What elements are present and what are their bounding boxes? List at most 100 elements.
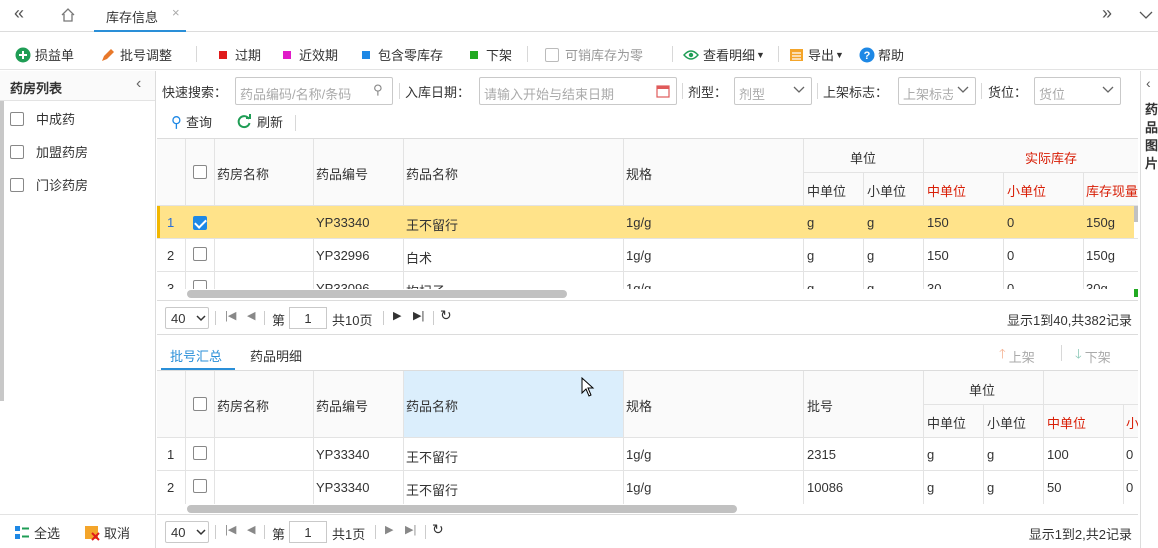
next-page-icon[interactable]: ▶ <box>385 523 393 536</box>
last-page-icon[interactable]: ▶| <box>413 309 424 322</box>
calendar-icon[interactable] <box>656 84 670 98</box>
panel-title-char: 品 <box>1145 120 1158 135</box>
search-icon[interactable]: ⚲ <box>373 82 383 98</box>
sidebar-item-2[interactable]: 门诊药房 <box>10 175 88 194</box>
select-all-checkbox[interactable] <box>193 397 207 411</box>
chevron-down-icon[interactable] <box>1139 10 1153 20</box>
filter-panel: 快速搜索： 药品编码/名称/条码 ⚲ 入库日期： 请输入开始与结束日期 剂型： … <box>157 71 1138 137</box>
header-pharmacy[interactable]: 药房名称 <box>217 164 269 183</box>
header-pharmacy[interactable]: 药房名称 <box>217 396 269 415</box>
header-stock-mid[interactable]: 中单位 <box>927 181 966 200</box>
header-stock-now[interactable]: 库存现量 <box>1086 181 1138 200</box>
header-small-unit[interactable]: 小单位 <box>987 413 1026 432</box>
loss-button[interactable]: 损益单 <box>15 45 74 64</box>
shelf-select[interactable]: 上架标志 <box>898 77 976 105</box>
export-dropdown[interactable]: 导出 ▼ <box>789 45 844 64</box>
tab-inventory-info[interactable]: 库存信息 × <box>94 0 186 32</box>
page-size-select[interactable]: 40 <box>165 521 209 543</box>
tab-drug-detail[interactable]: 药品明细 <box>241 335 315 370</box>
row-stock-now: 150g <box>1086 215 1115 230</box>
cancel-icon <box>85 525 100 541</box>
checklist-icon <box>15 525 29 539</box>
row-checkbox[interactable] <box>193 215 207 230</box>
quick-search-input[interactable]: 药品编码/名称/条码 ⚲ <box>235 77 393 105</box>
header-spec[interactable]: 规格 <box>626 164 652 183</box>
checkbox[interactable] <box>10 111 24 126</box>
checkbox[interactable] <box>10 144 24 159</box>
query-label: 查询 <box>186 115 213 130</box>
dosage-select[interactable]: 剂型 <box>734 77 812 105</box>
svg-text:?: ? <box>864 50 871 62</box>
reload-icon[interactable]: ↻ <box>432 521 444 538</box>
header-batch[interactable]: 批号 <box>807 396 833 415</box>
row-checkbox[interactable] <box>193 280 207 289</box>
expand-left-icon[interactable]: ‹ <box>1146 75 1151 91</box>
horizontal-scrollbar[interactable] <box>187 505 737 513</box>
date-range-input[interactable]: 请输入开始与结束日期 <box>479 77 677 105</box>
header-name[interactable]: 药品名称 <box>406 396 458 415</box>
sidebar-item-0[interactable]: 中成药 <box>10 109 75 128</box>
page-size-select[interactable]: 40 <box>165 307 209 329</box>
header-code[interactable]: 药品编号 <box>316 396 368 415</box>
checkbox[interactable] <box>10 177 24 192</box>
reload-icon[interactable]: ↻ <box>440 307 452 324</box>
sellable-zero-checkbox[interactable]: 可销库存为零 <box>545 45 643 64</box>
row-mid-unit: g <box>927 480 935 495</box>
shelf-down-button[interactable]: 🡓 下架 <box>1075 345 1111 367</box>
page-number: 1 <box>304 525 312 540</box>
first-page-icon[interactable]: |◀ <box>225 523 236 536</box>
sidebar-item-1[interactable]: 加盟药房 <box>10 142 88 161</box>
select-all-checkbox[interactable] <box>193 165 207 179</box>
refresh-button[interactable]: 刷新 <box>237 112 283 131</box>
select-all-button[interactable]: 全选 <box>14 523 60 542</box>
header-stock-small[interactable]: 小 <box>1126 413 1138 432</box>
header-mid-unit[interactable]: 中单位 <box>807 181 846 200</box>
help-button[interactable]: ? 帮助 <box>859 45 904 64</box>
view-detail-dropdown[interactable]: 查看明细 ▼ <box>683 45 765 64</box>
row-checkbox[interactable] <box>193 479 207 493</box>
divider <box>295 115 296 131</box>
shelf-up-button[interactable]: 🡑 上架 <box>999 345 1035 367</box>
header-mid-unit[interactable]: 中单位 <box>927 413 966 432</box>
query-button[interactable]: ⚲ 查询 <box>171 112 212 131</box>
home-icon[interactable] <box>60 7 76 23</box>
divider <box>527 46 528 62</box>
next-page-icon[interactable]: ▶ <box>393 309 401 322</box>
header-stock-mid[interactable]: 中单位 <box>1047 413 1086 432</box>
header-spec[interactable]: 规格 <box>626 396 652 415</box>
row-small-unit: g <box>867 281 875 289</box>
row-checkbox[interactable] <box>193 446 207 460</box>
header-name[interactable]: 药品名称 <box>406 164 458 183</box>
row-code: YP32996 <box>316 248 370 263</box>
checkbox[interactable] <box>545 47 559 62</box>
header-code[interactable]: 药品编号 <box>316 164 368 183</box>
sidebar-scrollbar[interactable] <box>0 101 4 401</box>
header-small-unit[interactable]: 小单位 <box>867 181 906 200</box>
header-stock-small[interactable]: 小单位 <box>1007 181 1046 200</box>
prev-page-icon[interactable]: ◀ <box>247 523 255 536</box>
drug-image-panel[interactable]: ‹ 药 品 图 片 <box>1140 71 1158 548</box>
off-shelf-filter[interactable]: 下架 <box>470 45 512 64</box>
page-number: 1 <box>304 311 312 326</box>
vertical-scrollbar[interactable] <box>1134 206 1138 222</box>
close-icon[interactable]: × <box>172 5 180 20</box>
location-select[interactable]: 货位 <box>1034 77 1121 105</box>
page-number-input[interactable]: 1 <box>289 521 327 543</box>
prev-page-icon[interactable]: ◀ <box>247 309 255 322</box>
chevron-down-icon <box>196 315 206 322</box>
batch-adjust-button[interactable]: 批号调整 <box>100 45 172 64</box>
row-checkbox[interactable] <box>193 247 207 261</box>
tab-batch-summary[interactable]: 批号汇总 <box>161 335 235 370</box>
cancel-button[interactable]: 取消 <box>84 523 130 542</box>
double-chevron-right-icon[interactable]: » <box>1102 3 1112 24</box>
collapse-left-icon[interactable]: ‹ <box>136 75 141 93</box>
horizontal-scrollbar[interactable] <box>187 290 567 298</box>
zero-stock-filter[interactable]: 包含零库存 <box>362 45 443 64</box>
expired-filter[interactable]: 过期 <box>219 45 261 64</box>
first-page-icon[interactable]: |◀ <box>225 309 236 322</box>
row-mid-unit: g <box>927 447 935 462</box>
near-expiry-filter[interactable]: 近效期 <box>283 45 338 64</box>
double-chevron-left-icon[interactable]: « <box>14 3 24 24</box>
last-page-icon[interactable]: ▶| <box>405 523 416 536</box>
page-number-input[interactable]: 1 <box>289 307 327 329</box>
